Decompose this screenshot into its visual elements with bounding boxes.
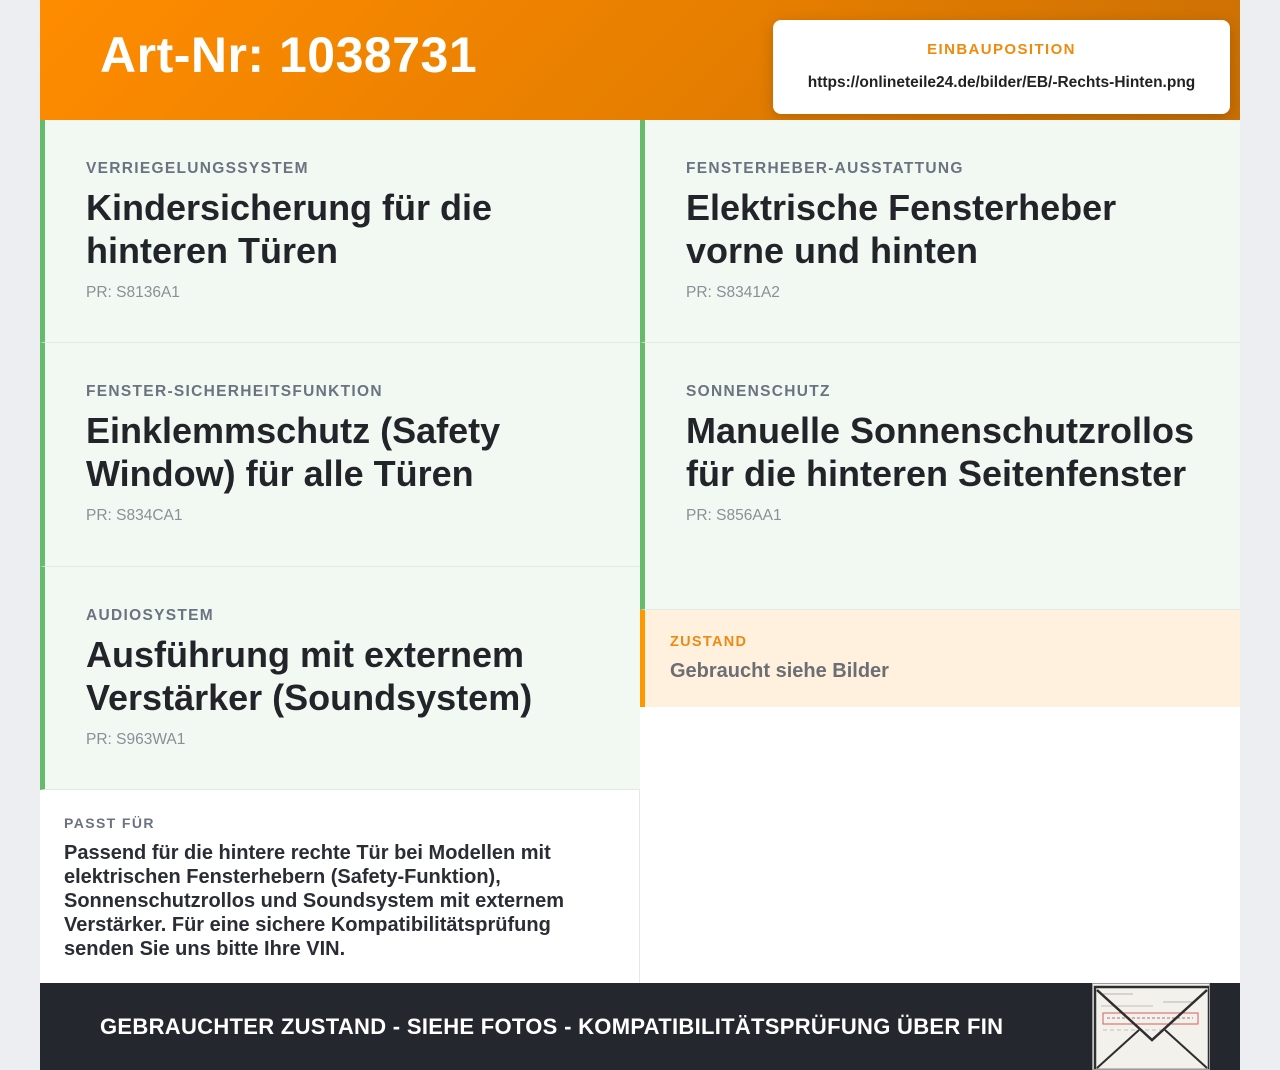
condition-value: Gebraucht siehe Bilder: [670, 660, 889, 682]
feature-card: AUDIOSYSTEM Ausführung mit externem Vers…: [40, 567, 640, 790]
envelope-graphic: [1093, 984, 1209, 1069]
feature-pr-code: PR: S8136A1: [86, 284, 180, 301]
feature-pr-code: PR: S963WA1: [86, 731, 186, 748]
feature-pr-code: PR: S834CA1: [86, 507, 183, 524]
feature-title: Ausführung mit externem Verstärker (Soun…: [86, 634, 533, 718]
footer-text: GEBRAUCHTER ZUSTAND - SIEHE FOTOS - KOMP…: [100, 1014, 1004, 1039]
footer-banner: GEBRAUCHTER ZUSTAND - SIEHE FOTOS - KOMP…: [40, 983, 1240, 1070]
feature-category: VERRIEGELUNGSSYSTEM: [86, 160, 309, 177]
feature-card: SONNENSCHUTZ Manuelle Sonnenschutzrollos…: [640, 343, 1240, 610]
feature-title: Kindersicherung für die hinteren Türen: [86, 187, 493, 271]
feature-category: AUDIOSYSTEM: [86, 607, 214, 624]
feature-column-right: FENSTERHEBER-AUSSTATTUNG Elektrische Fen…: [640, 120, 1240, 610]
column-divider: [639, 790, 640, 983]
feature-title: Manuelle Sonnenschutzrollos für die hint…: [686, 410, 1195, 494]
article-number-title: Art-Nr: 1038731: [100, 27, 478, 83]
product-sheet: Art-Nr: 1038731 EINBAUPOSITION https://o…: [40, 0, 1240, 1070]
compatibility-text: Passend für die hintere rechte Tür bei M…: [64, 842, 565, 960]
feature-pr-code: PR: S856AA1: [686, 507, 782, 524]
compatibility-section: PASST FÜR Passend für die hintere rechte…: [40, 790, 639, 961]
compatibility-label: PASST FÜR: [64, 815, 155, 831]
feature-column-left: VERRIEGELUNGSSYSTEM Kindersicherung für …: [40, 120, 640, 790]
installation-position-label: EINBAUPOSITION: [927, 41, 1076, 58]
feature-category: FENSTER-SICHERHEITSFUNKTION: [86, 383, 383, 400]
feature-card: FENSTER-SICHERHEITSFUNKTION Einklemmschu…: [40, 343, 640, 567]
installation-position-url[interactable]: https://onlineteile24.de/bilder/EB/-Rech…: [773, 74, 1230, 92]
feature-card: FENSTERHEBER-AUSSTATTUNG Elektrische Fen…: [640, 120, 1240, 343]
condition-label: ZUSTAND: [670, 634, 748, 650]
vehicle-document-envelope-icon: [1092, 983, 1210, 1070]
condition-box: ZUSTAND Gebraucht siehe Bilder: [640, 610, 1240, 707]
feature-title: Einklemmschutz (Safety Window) für alle …: [86, 410, 501, 494]
feature-pr-code: PR: S8341A2: [686, 284, 780, 301]
feature-title: Elektrische Fensterheber vorne und hinte…: [686, 187, 1117, 271]
feature-category: FENSTERHEBER-AUSSTATTUNG: [686, 160, 964, 177]
installation-position-card: EINBAUPOSITION https://onlineteile24.de/…: [773, 20, 1230, 114]
feature-card: VERRIEGELUNGSSYSTEM Kindersicherung für …: [40, 120, 640, 343]
header: Art-Nr: 1038731 EINBAUPOSITION https://o…: [40, 0, 1240, 120]
feature-category: SONNENSCHUTZ: [686, 383, 831, 400]
